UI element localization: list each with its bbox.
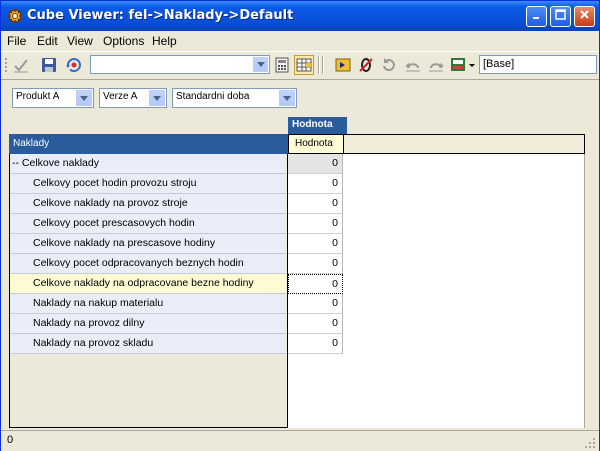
row-header[interactable]: Celkove naklady na prescasove hodiny	[10, 234, 286, 254]
chevron-down-icon	[256, 62, 265, 67]
data-cell-selected[interactable]: 0	[288, 274, 343, 294]
row-header[interactable]: Celkovy pocet hodin provozu stroju	[10, 174, 286, 194]
zero-suppression-button[interactable]	[356, 55, 376, 75]
resize-grip-icon[interactable]	[584, 437, 596, 449]
row-headers: -- Celkove naklady Celkovy pocet hodin p…	[9, 154, 288, 428]
cube-viewer-window: Cube Viewer: fel->Naklady->Default File …	[0, 0, 600, 451]
data-cells: 0 0 0 0 0 0 0 0 0 0	[288, 154, 585, 428]
calculator-icon	[275, 57, 289, 73]
chevron-down-icon	[283, 95, 291, 101]
toolbar-separator	[318, 56, 320, 74]
row-label: Naklady na provoz dilny	[33, 317, 145, 329]
undo-button[interactable]	[403, 55, 423, 75]
toolbar-grip-icon	[5, 58, 7, 72]
row-header-celkove-naklady[interactable]: -- Celkove naklady	[10, 154, 286, 174]
menu-bar: File Edit View Options Help	[1, 31, 599, 50]
view-name-field[interactable]: [Base]	[479, 55, 597, 74]
minimize-button[interactable]	[526, 6, 547, 27]
dimension-produkt-dropdown-button[interactable]	[76, 90, 92, 106]
data-cell[interactable]: 0	[288, 294, 343, 314]
row-header[interactable]: Celkove naklady na provoz stroje	[10, 194, 286, 214]
row-label: Naklady na provoz skladu	[33, 337, 154, 349]
status-bar: 0	[1, 430, 599, 451]
menu-options[interactable]: Options	[103, 34, 144, 48]
redo-button[interactable]	[426, 55, 446, 75]
dimension-doba-selector[interactable]: Standardni doba	[172, 88, 297, 108]
menu-view[interactable]: View	[67, 34, 93, 48]
toolbar: [Base]	[1, 51, 599, 80]
dimension-produkt-selector[interactable]: Produkt A	[12, 88, 94, 108]
data-cell[interactable]: 0	[288, 174, 343, 194]
save-button[interactable]	[39, 55, 59, 75]
refresh-button[interactable]	[379, 55, 399, 75]
data-cell[interactable]: 0	[288, 194, 343, 214]
row-label: Celkove naklady na provoz stroje	[33, 197, 188, 209]
row-label: Celkove naklady na odpracovane bezne hod…	[33, 277, 254, 289]
data-cell[interactable]: 0	[288, 154, 343, 174]
export-button[interactable]	[449, 55, 477, 75]
row-label: Naklady na nakup materialu	[33, 297, 164, 309]
checkmark-icon	[14, 59, 28, 73]
maximize-icon	[555, 9, 566, 20]
window-title: Cube Viewer: fel->Naklady->Default	[27, 8, 294, 23]
close-icon	[580, 10, 589, 19]
recalculate-button[interactable]	[64, 55, 84, 75]
title-bar[interactable]: Cube Viewer: fel->Naklady->Default	[1, 1, 599, 31]
row-header[interactable]: Naklady na provoz dilny	[10, 314, 286, 334]
data-cell[interactable]: 0	[288, 214, 343, 234]
data-cell[interactable]: 0	[288, 254, 343, 274]
dimension-produkt-value: Produkt A	[16, 91, 60, 102]
data-cell[interactable]: 0	[288, 314, 343, 334]
recalc-icon	[66, 58, 81, 73]
column-header-hodnota[interactable]: Hodnota	[289, 135, 344, 153]
dimension-doba-dropdown-button[interactable]	[279, 90, 295, 106]
row-label: Celkovy pocet odpracovanych beznych hodi…	[33, 257, 244, 269]
redo-icon	[429, 63, 444, 72]
dimension-verze-value: Verze A	[103, 91, 138, 102]
data-cell[interactable]: 0	[288, 334, 343, 354]
dimension-verze-selector[interactable]: Verze A	[99, 88, 167, 108]
menu-help[interactable]: Help	[152, 34, 177, 48]
row-header[interactable]: Celkovy pocet prescasovych hodin	[10, 214, 286, 234]
chevron-down-icon	[153, 95, 161, 101]
refresh-icon	[383, 58, 395, 72]
spreadsheet-button[interactable]	[294, 55, 314, 75]
calculator-button[interactable]	[272, 55, 292, 75]
menu-file[interactable]: File	[7, 34, 26, 48]
view-selector-dropdown-button[interactable]	[253, 57, 268, 72]
toolbar-separator	[322, 56, 324, 74]
row-header[interactable]: Naklady na nakup materialu	[10, 294, 286, 314]
row-label: Celkovy pocet prescasovych hodin	[33, 217, 195, 229]
row-header[interactable]: Naklady na provoz skladu	[10, 334, 286, 354]
commit-button[interactable]	[11, 55, 31, 75]
dimension-verze-dropdown-button[interactable]	[149, 90, 165, 106]
data-cell[interactable]: 0	[288, 234, 343, 254]
menu-edit[interactable]: Edit	[37, 34, 58, 48]
cube-viewer-app-icon	[8, 9, 22, 23]
view-name-value: [Base]	[483, 58, 515, 70]
minimize-icon	[532, 17, 539, 19]
row-label: Celkove naklady na prescasove hodiny	[33, 237, 216, 249]
row-header-selected[interactable]: Celkove naklady na odpracovane bezne hod…	[10, 274, 286, 294]
export-icon	[451, 58, 475, 71]
column-dimension-title[interactable]: Hodnota	[288, 117, 347, 134]
status-text: 0	[7, 434, 14, 446]
chevron-down-icon	[80, 95, 88, 101]
column-header-row: Hodnota	[288, 134, 585, 154]
row-label: Celkovy pocet hodin provozu stroju	[33, 177, 197, 189]
view-selector-combo[interactable]	[90, 55, 270, 74]
undo-icon	[405, 63, 420, 72]
navigate-forward-button[interactable]	[333, 55, 353, 75]
cube-grid: Hodnota Naklady Hodnota -- Celkove nakla…	[9, 117, 585, 428]
maximize-button[interactable]	[550, 6, 571, 27]
spreadsheet-icon	[296, 58, 312, 72]
save-icon	[42, 58, 56, 72]
arrow-right-icon	[335, 58, 351, 72]
dimension-doba-value: Standardni doba	[176, 91, 250, 102]
row-dimension-title[interactable]: Naklady	[9, 134, 288, 154]
close-button[interactable]	[574, 6, 595, 27]
zero-suppress-icon	[359, 58, 373, 72]
row-label: -- Celkove naklady	[12, 157, 99, 169]
row-header[interactable]: Celkovy pocet odpracovanych beznych hodi…	[10, 254, 286, 274]
